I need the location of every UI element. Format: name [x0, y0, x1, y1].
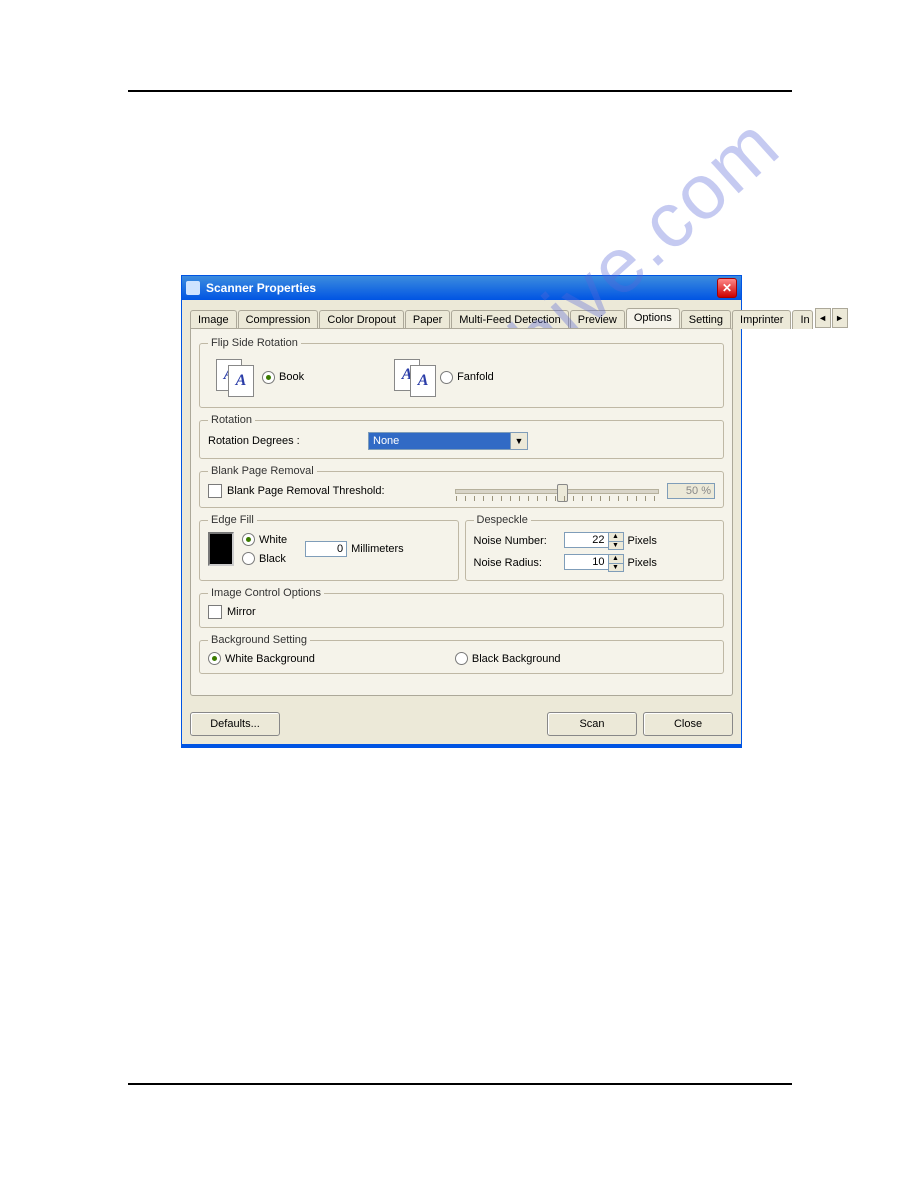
tab-scroll: ◄ ►	[814, 308, 848, 328]
tab-strip: Image Compression Color Dropout Paper Mu…	[190, 306, 733, 328]
radio-book[interactable]: A A Book	[216, 359, 304, 395]
radio-fanfold[interactable]: A A Fanfold	[394, 359, 494, 395]
edge-fill-input[interactable]: 0	[305, 541, 347, 557]
noise-number-unit: Pixels	[628, 535, 657, 547]
despeckle-legend: Despeckle	[474, 514, 531, 526]
fanfold-pages-icon: A A	[394, 359, 434, 395]
edge-fill-legend: Edge Fill	[208, 514, 257, 526]
bottom-button-bar: Defaults... Scan Close	[182, 704, 741, 744]
tab-scroll-left-icon[interactable]: ◄	[815, 308, 831, 328]
group-background-setting: Background Setting White Background Blac…	[199, 634, 724, 674]
image-control-legend: Image Control Options	[208, 587, 324, 599]
titlebar[interactable]: Scanner Properties ✕	[182, 276, 741, 300]
radio-fanfold-label: Fanfold	[457, 371, 494, 383]
tab-overflow[interactable]: In	[792, 310, 812, 329]
mirror-checkbox[interactable]	[208, 605, 222, 619]
tab-page-options: Flip Side Rotation A A Book A A	[190, 328, 733, 696]
tab-preview[interactable]: Preview	[570, 310, 625, 329]
group-flip-side: Flip Side Rotation A A Book A A	[199, 337, 724, 408]
blank-page-slider[interactable]	[455, 489, 659, 494]
close-icon[interactable]: ✕	[717, 278, 737, 298]
noise-radius-stepper[interactable]: 10 ▲ ▼	[564, 554, 624, 572]
edge-black-label: Black	[259, 553, 286, 565]
blank-page-percent: 50 %	[667, 483, 715, 499]
tab-setting[interactable]: Setting	[681, 310, 731, 329]
window-border-bottom	[182, 744, 741, 747]
tab-multi-feed[interactable]: Multi-Feed Detection	[451, 310, 569, 329]
group-image-control: Image Control Options Mirror	[199, 587, 724, 628]
blank-page-check-label: Blank Page Removal Threshold:	[227, 485, 447, 497]
radio-dot-icon	[440, 371, 453, 384]
radio-bg-black[interactable]: Black Background	[455, 652, 561, 665]
rotation-legend: Rotation	[208, 414, 255, 426]
radio-edge-white[interactable]: White	[242, 533, 287, 546]
slider-ticks	[456, 496, 658, 501]
noise-radius-input[interactable]: 10	[564, 554, 608, 570]
defaults-button[interactable]: Defaults...	[190, 712, 280, 736]
spin-down-icon[interactable]: ▼	[608, 564, 624, 573]
radio-bg-white[interactable]: White Background	[208, 652, 315, 665]
noise-number-stepper[interactable]: 22 ▲ ▼	[564, 532, 624, 550]
edge-white-label: White	[259, 534, 287, 546]
radio-dot-icon	[242, 533, 255, 546]
page-divider-bottom	[128, 1083, 792, 1085]
radio-book-label: Book	[279, 371, 304, 383]
radio-dot-icon	[208, 652, 221, 665]
client-area: Image Compression Color Dropout Paper Mu…	[182, 300, 741, 704]
radio-dot-icon	[455, 652, 468, 665]
noise-radius-unit: Pixels	[628, 557, 657, 569]
window-title: Scanner Properties	[206, 281, 316, 295]
tab-paper[interactable]: Paper	[405, 310, 450, 329]
tab-scroll-right-icon[interactable]: ►	[832, 308, 848, 328]
scan-button[interactable]: Scan	[547, 712, 637, 736]
tab-color-dropout[interactable]: Color Dropout	[319, 310, 403, 329]
mirror-label: Mirror	[227, 606, 256, 618]
group-blank-page: Blank Page Removal Blank Page Removal Th…	[199, 465, 724, 508]
group-rotation: Rotation Rotation Degrees : None ▼	[199, 414, 724, 459]
tab-options[interactable]: Options	[626, 308, 680, 328]
rotation-dropdown[interactable]: None ▼	[368, 432, 528, 450]
bg-white-label: White Background	[225, 653, 315, 665]
tab-compression[interactable]: Compression	[238, 310, 319, 329]
noise-number-input[interactable]: 22	[564, 532, 608, 548]
close-button[interactable]: Close	[643, 712, 733, 736]
tab-imprinter[interactable]: Imprinter	[732, 310, 791, 329]
book-pages-icon: A A	[216, 359, 256, 395]
scanner-properties-window: Scanner Properties ✕ Image Compression C…	[181, 275, 742, 748]
edge-fill-unit: Millimeters	[351, 543, 404, 555]
blank-page-legend: Blank Page Removal	[208, 465, 317, 477]
app-icon	[186, 281, 200, 295]
spin-up-icon[interactable]: ▲	[608, 554, 624, 564]
spin-down-icon[interactable]: ▼	[608, 542, 624, 551]
radio-edge-black[interactable]: Black	[242, 552, 287, 565]
flip-side-legend: Flip Side Rotation	[208, 337, 301, 349]
chevron-down-icon: ▼	[510, 433, 527, 449]
background-legend: Background Setting	[208, 634, 310, 646]
rotation-label: Rotation Degrees :	[208, 435, 368, 447]
noise-radius-label: Noise Radius:	[474, 557, 564, 569]
noise-number-label: Noise Number:	[474, 535, 564, 547]
bg-black-label: Black Background	[472, 653, 561, 665]
mirror-checkbox-row[interactable]: Mirror	[208, 605, 715, 619]
group-despeckle: Despeckle Noise Number: 22 ▲ ▼ Pixels	[465, 514, 725, 581]
group-edge-fill: Edge Fill White Black	[199, 514, 459, 581]
rotation-value: None	[373, 435, 510, 447]
radio-dot-icon	[242, 552, 255, 565]
tab-image[interactable]: Image	[190, 310, 237, 329]
edge-fill-swatch	[208, 532, 234, 566]
page-divider-top	[128, 90, 792, 92]
blank-page-checkbox[interactable]	[208, 484, 222, 498]
radio-dot-icon	[262, 371, 275, 384]
spin-up-icon[interactable]: ▲	[608, 532, 624, 542]
